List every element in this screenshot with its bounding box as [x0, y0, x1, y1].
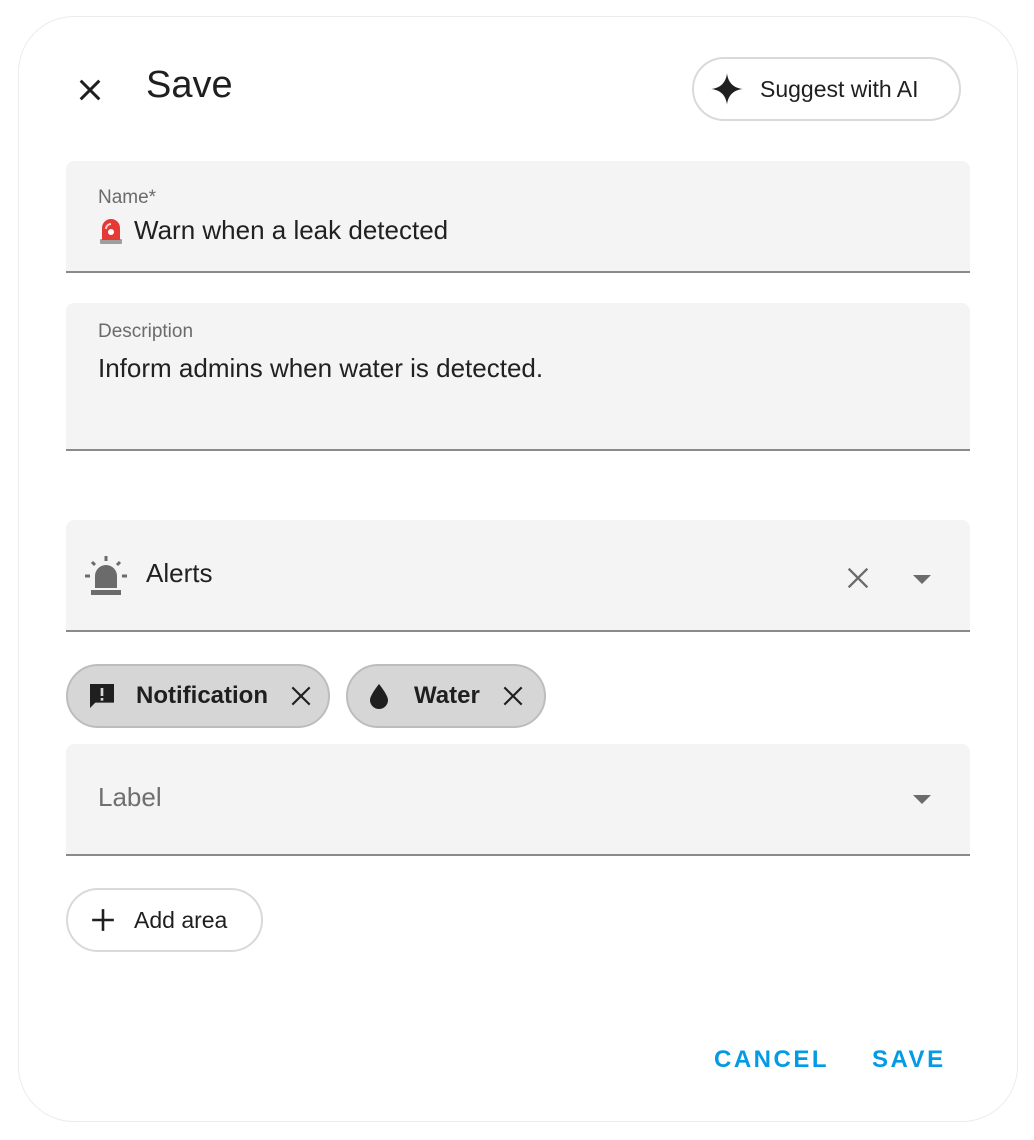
water-drop-icon [368, 682, 392, 710]
message-alert-icon [86, 680, 118, 712]
chevron-down-icon [913, 795, 931, 804]
save-button[interactable]: SAVE [872, 1046, 946, 1074]
label-dropdown-button[interactable] [904, 782, 940, 818]
description-field-value[interactable]: Inform admins when water is detected. [98, 353, 543, 384]
sparkle-icon [710, 72, 744, 106]
close-icon [503, 686, 523, 706]
add-area-label: Add area [134, 906, 228, 933]
label-chip-water[interactable]: Water [346, 664, 546, 728]
label-chip-text: Notification [136, 682, 268, 709]
plus-icon [88, 905, 118, 935]
name-field-label: Name* [98, 187, 157, 208]
close-icon [847, 567, 869, 589]
rotating-light-icon [100, 218, 122, 244]
dialog-title: Save [146, 64, 233, 106]
suggest-with-ai-label: Suggest with AI [760, 75, 919, 102]
name-field[interactable]: Name* Warn when a leak detected [66, 161, 970, 273]
close-button[interactable] [70, 70, 110, 110]
label-chip-notification[interactable]: Notification [66, 664, 330, 728]
close-icon [291, 686, 311, 706]
chevron-down-icon [913, 575, 931, 584]
suggest-with-ai-button[interactable]: Suggest with AI [692, 57, 961, 121]
name-field-value[interactable]: Warn when a leak detected [98, 215, 448, 246]
category-clear-button[interactable] [838, 558, 878, 598]
category-value: Alerts [146, 558, 213, 588]
close-icon [79, 79, 101, 101]
description-field-label: Description [98, 321, 194, 342]
category-dropdown-button[interactable] [904, 562, 940, 598]
label-select[interactable]: Label [66, 744, 970, 856]
label-chip-text: Water [414, 682, 480, 709]
remove-chip-button[interactable] [500, 683, 526, 709]
alarm-light-icon [85, 556, 127, 595]
label-placeholder: Label [98, 782, 162, 812]
category-select[interactable]: Alerts [66, 520, 970, 632]
cancel-button[interactable]: CANCEL [714, 1046, 829, 1074]
name-field-text: Warn when a leak detected [134, 215, 449, 245]
description-field[interactable]: Description Inform admins when water is … [66, 303, 970, 451]
remove-chip-button[interactable] [288, 683, 314, 709]
add-area-button[interactable]: Add area [66, 888, 263, 952]
